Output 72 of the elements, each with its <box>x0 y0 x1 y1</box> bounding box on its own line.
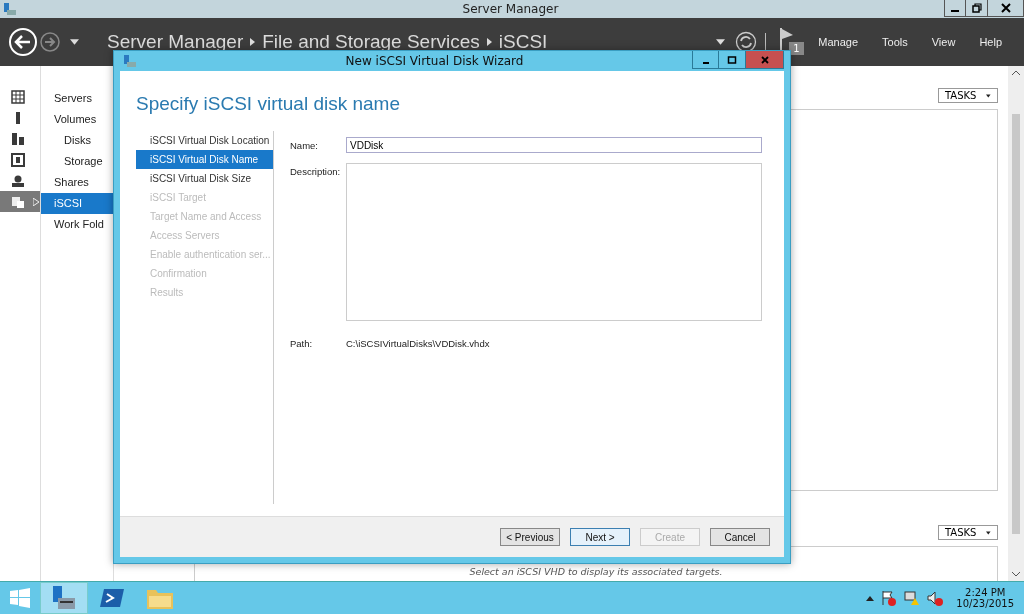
path-label: Path: <box>290 337 314 349</box>
refresh-icon[interactable] <box>735 31 758 53</box>
caret-icon <box>986 529 991 536</box>
rail-icon[interactable] <box>11 173 25 188</box>
breadcrumb-separator-icon <box>250 38 256 46</box>
wizard-button[interactable]: Next > <box>570 528 630 546</box>
wizard-button[interactable]: Cancel <box>710 528 770 546</box>
wizard-heading: Specify iSCSI virtual disk name <box>136 93 401 115</box>
tasks-button[interactable]: TASKS <box>938 525 998 540</box>
scroll-thumb[interactable] <box>1012 113 1020 534</box>
show-hidden-icons-icon[interactable] <box>866 595 875 601</box>
empty-message: Select an iSCSI VHD to display its associated targets. <box>469 566 723 577</box>
tasks-button[interactable]: TASKS <box>938 88 998 103</box>
nav-item[interactable]: Servers <box>41 88 113 109</box>
menu-item[interactable]: View <box>931 36 956 48</box>
windows-logo-icon <box>10 588 30 608</box>
nav-item[interactable]: Disks <box>41 130 113 151</box>
breadcrumb-item[interactable]: Server Manager <box>107 31 244 53</box>
clock-time: 2:24 PM <box>965 587 1006 598</box>
menu-item[interactable]: Help <box>979 36 1002 48</box>
minimize-button[interactable] <box>692 51 719 69</box>
close-icon <box>759 54 770 65</box>
scrollbar[interactable] <box>1008 66 1024 581</box>
nav-item[interactable]: Volumes <box>41 109 113 130</box>
window-title: Server Manager <box>462 2 559 16</box>
maximize-icon <box>727 54 737 65</box>
breadcrumb-item[interactable]: File and Storage Services <box>262 31 480 53</box>
minimize-icon <box>951 10 959 12</box>
minimize-icon <box>702 61 709 64</box>
taskbar-clock[interactable]: 2:24 PM 10/23/2015 <box>956 587 1014 609</box>
wizard-button[interactable]: < Previous <box>500 528 560 546</box>
dropdown-arrow-icon[interactable] <box>716 39 726 45</box>
restore-icon <box>971 3 982 13</box>
scroll-down-icon[interactable] <box>1012 572 1020 577</box>
flag-error-tray-icon[interactable] <box>881 590 898 606</box>
description-label: Description: <box>290 165 342 177</box>
wizard-step[interactable]: iSCSI Virtual Disk Size <box>136 169 273 188</box>
close-icon <box>1000 3 1011 13</box>
wizard-step[interactable]: iSCSI Virtual Disk Name <box>136 150 273 169</box>
rail-icon[interactable] <box>11 152 25 167</box>
dialog-title: New iSCSI Virtual Disk Wizard <box>345 54 524 68</box>
breadcrumb-separator-icon <box>486 38 492 46</box>
nav-item[interactable]: Work Fold <box>41 214 113 235</box>
network-warning-tray-icon[interactable] <box>904 590 921 606</box>
expand-arrow-icon[interactable] <box>33 197 39 206</box>
nav-item[interactable]: iSCSI <box>41 193 113 214</box>
name-input-field[interactable]: VDDisk <box>346 137 762 153</box>
speaker-muted-icon[interactable] <box>927 590 944 606</box>
caret-icon <box>986 92 991 99</box>
name-label: Name: <box>290 139 319 151</box>
clock-date: 10/23/2015 <box>956 598 1014 609</box>
wizard-icon <box>123 54 137 68</box>
maximize-button[interactable] <box>719 51 746 69</box>
menu-item[interactable]: Tools <box>882 36 908 48</box>
rail-icon[interactable] <box>11 131 25 146</box>
nav-item[interactable]: Storage <box>41 151 113 172</box>
rail-icon[interactable] <box>11 89 25 104</box>
close-button[interactable] <box>988 0 1024 17</box>
forward-button[interactable] <box>39 31 61 53</box>
restore-button[interactable] <box>966 0 988 17</box>
menu-item[interactable]: Manage <box>818 36 859 48</box>
wizard-step[interactable]: iSCSI Virtual Disk Location <box>136 131 273 150</box>
server-manager-icon <box>3 2 17 16</box>
path-value: C:\iSCSIVirtualDisks\VDDisk.vhdx <box>346 337 490 349</box>
nav-item[interactable]: Shares <box>41 172 113 193</box>
server-manager-taskbar-icon[interactable] <box>40 582 88 614</box>
minimize-button[interactable] <box>944 0 966 17</box>
back-button[interactable] <box>8 27 38 57</box>
dropdown-arrow-icon[interactable] <box>70 39 79 45</box>
breadcrumb-item[interactable]: iSCSI <box>498 31 548 53</box>
scroll-up-icon[interactable] <box>1012 70 1020 75</box>
notification-count: 1 <box>789 42 804 55</box>
